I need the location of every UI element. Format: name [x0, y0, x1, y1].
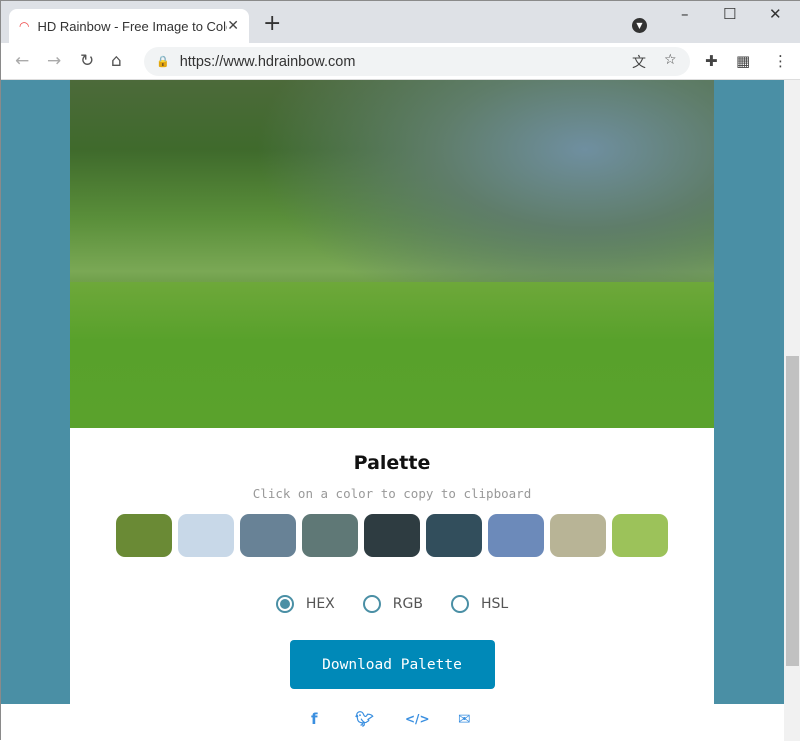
color-swatch[interactable]: [178, 514, 234, 557]
tab-search-icon[interactable]: ▼: [632, 18, 647, 33]
swatch-list: [70, 514, 714, 557]
maximize-button[interactable]: ☐: [723, 5, 736, 23]
url-text: https://www.hdrainbow.com: [179, 53, 356, 70]
close-window-button[interactable]: ✕: [769, 5, 782, 23]
palette-subtitle: Click on a color to copy to clipboard: [252, 486, 532, 501]
format-selector: HEX RGB HSL: [70, 595, 714, 613]
tab-bar: ◠ HD Rainbow - Free Image to Color Palet…: [1, 1, 800, 43]
format-radio-hsl[interactable]: HSL: [450, 595, 509, 613]
palette-card: Palette Click on a color to copy to clip…: [70, 80, 714, 704]
color-swatch[interactable]: [364, 514, 420, 557]
facebook-icon[interactable]: f: [311, 710, 318, 728]
share-bar: f 🐦︎ </> ✉: [1, 704, 784, 741]
back-icon[interactable]: ←: [15, 51, 29, 71]
lock-icon: 🔒: [156, 55, 170, 68]
page-background: Palette Click on a color to copy to clip…: [1, 80, 784, 704]
translate-icon[interactable]: 文: [632, 52, 646, 72]
palette-title: Palette: [353, 452, 431, 474]
radio-circle[interactable]: [450, 595, 469, 613]
radio-label: HSL: [480, 596, 509, 612]
embed-code-icon[interactable]: </>: [405, 712, 430, 726]
uploaded-image: [70, 80, 714, 428]
browser-toolbar: ← → ↻ ⌂ 🔒 https://www.hdrainbow.com 文 ☆ …: [1, 43, 800, 80]
minimize-button[interactable]: –: [681, 5, 689, 23]
twitter-icon[interactable]: 🐦︎: [355, 710, 374, 728]
home-icon[interactable]: ⌂: [111, 51, 122, 71]
color-swatch[interactable]: [612, 514, 668, 557]
extensions-icon[interactable]: ✚: [705, 52, 718, 70]
scrollbar[interactable]: [784, 80, 800, 741]
tab-title: HD Rainbow - Free Image to Color Palette…: [37, 18, 227, 34]
forward-icon[interactable]: →: [47, 51, 61, 71]
radio-label: RGB: [392, 596, 423, 612]
profile-avatar[interactable]: ▦: [736, 52, 750, 70]
reload-icon[interactable]: ↻: [80, 51, 94, 71]
color-swatch[interactable]: [302, 514, 358, 557]
address-bar[interactable]: 🔒 https://www.hdrainbow.com 文 ☆: [144, 47, 690, 76]
radio-circle[interactable]: [362, 595, 381, 613]
rainbow-favicon-icon: ◠: [19, 19, 30, 33]
star-icon[interactable]: ☆: [664, 52, 677, 68]
color-swatch[interactable]: [550, 514, 606, 557]
download-palette-button[interactable]: Download Palette: [289, 640, 495, 689]
new-tab-button[interactable]: +: [263, 11, 281, 36]
color-swatch[interactable]: [240, 514, 296, 557]
format-radio-hex[interactable]: HEX: [275, 595, 335, 613]
scrollbar-thumb[interactable]: [786, 356, 799, 666]
format-radio-rgb[interactable]: RGB: [362, 595, 423, 613]
color-swatch[interactable]: [116, 514, 172, 557]
radio-circle[interactable]: [275, 595, 294, 613]
color-swatch[interactable]: [426, 514, 482, 557]
email-icon[interactable]: ✉: [458, 710, 471, 728]
color-swatch[interactable]: [488, 514, 544, 557]
close-tab-icon[interactable]: ✕: [227, 18, 239, 34]
menu-icon[interactable]: ⋮: [773, 52, 788, 70]
browser-tab[interactable]: ◠ HD Rainbow - Free Image to Color Palet…: [9, 9, 249, 43]
radio-label: HEX: [305, 596, 335, 612]
